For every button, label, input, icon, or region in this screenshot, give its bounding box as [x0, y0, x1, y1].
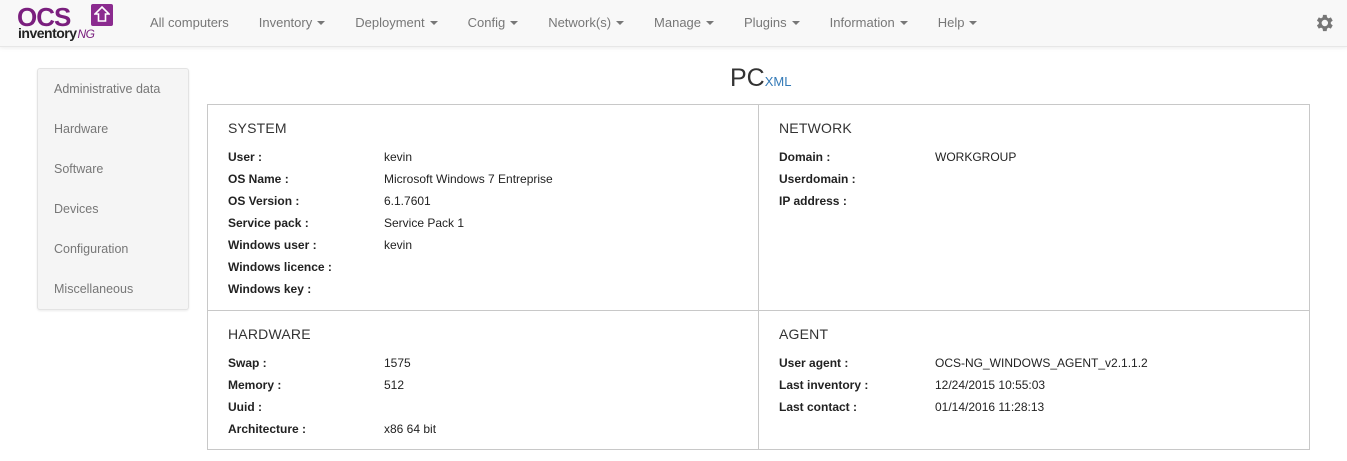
sidebar-item-miscellaneous[interactable]: Miscellaneous	[38, 269, 188, 309]
chevron-down-icon	[616, 20, 625, 25]
ocs-logo[interactable]: OCS inventoryNG	[17, 2, 117, 42]
detail-row: Userdomain :	[779, 172, 856, 186]
home-icon	[91, 4, 113, 26]
sidebar-item-configuration[interactable]: Configuration	[38, 229, 188, 269]
detail-row: Windows key :	[228, 282, 312, 296]
chevron-down-icon	[899, 20, 908, 25]
network-panel-title: NETWORK	[779, 120, 852, 136]
agent-panel: AGENT User agent : OCS-NG_WINDOWS_AGENT_v…	[759, 311, 1309, 449]
details-grid: SYSTEM User : kevin OS Name : Microsoft Wi…	[207, 104, 1310, 450]
detail-row: Last contact :01/14/2016 11:28:13	[779, 400, 1045, 414]
detail-row: Memory :512	[228, 378, 405, 392]
detail-row: Domain : WORKGROUP	[779, 150, 1017, 164]
agent-panel-title: AGENT	[779, 326, 829, 342]
nav-deployment[interactable]: Deployment	[340, 0, 452, 47]
detail-row: Windows licence :	[228, 260, 332, 274]
detail-row: Uuid :	[228, 400, 262, 414]
detail-sidebar: Administrative data Hardware Software De…	[37, 68, 189, 310]
detail-row: OS Name : Microsoft Windows 7 Entreprise	[228, 172, 553, 186]
detail-row: Swap :1575	[228, 356, 411, 370]
network-rows: Domain : WORKGROUP Userdomain : IP addres…	[779, 146, 1279, 212]
xml-link[interactable]: XML	[765, 74, 792, 89]
main-nav: All computers Inventory Deployment Confi…	[135, 0, 992, 47]
detail-row: Windows user : kevin	[228, 238, 413, 252]
chevron-down-icon	[510, 20, 519, 25]
nav-plugins[interactable]: Plugins	[729, 0, 815, 47]
gear-icon[interactable]	[1313, 12, 1335, 34]
nav-all-computers[interactable]: All computers	[135, 0, 244, 47]
detail-row: User agent : OCS-NG_WINDOWS_AGENT_v2.1.1.…	[779, 356, 1148, 370]
nav-information[interactable]: Information	[815, 0, 923, 47]
hardware-panel-title: HARDWARE	[228, 326, 311, 342]
hardware-rows: Swap :1575 Memory :512 Uuid : Architectu…	[228, 352, 728, 440]
nav-config[interactable]: Config	[453, 0, 534, 47]
system-panel: SYSTEM User : kevin OS Name : Microsoft Wi…	[208, 105, 759, 311]
top-navbar: OCS inventoryNG All computers Inventory …	[0, 0, 1347, 47]
chevron-down-icon	[706, 20, 715, 25]
chevron-down-icon	[317, 20, 326, 25]
logo-inventory-text: inventoryNG	[18, 25, 95, 41]
detail-row: Service pack : Service Pack 1	[228, 216, 465, 230]
system-panel-title: SYSTEM	[228, 120, 287, 136]
page-title: PCXML	[730, 64, 792, 92]
sidebar-item-hardware[interactable]: Hardware	[38, 109, 188, 149]
nav-help[interactable]: Help	[923, 0, 993, 47]
chevron-down-icon	[969, 20, 978, 25]
chevron-down-icon	[791, 20, 800, 25]
detail-row: Architecture : x86 64 bit	[228, 422, 437, 436]
sidebar-item-devices[interactable]: Devices	[38, 189, 188, 229]
nav-manage[interactable]: Manage	[639, 0, 729, 47]
sidebar-item-software[interactable]: Software	[38, 149, 188, 189]
agent-rows: User agent : OCS-NG_WINDOWS_AGENT_v2.1.1.…	[779, 352, 1279, 418]
detail-row: IP address :	[779, 194, 847, 208]
nav-networks[interactable]: Network(s)	[533, 0, 639, 47]
system-rows: User : kevin OS Name : Microsoft Windows 7…	[228, 146, 728, 300]
nav-inventory[interactable]: Inventory	[244, 0, 340, 47]
sidebar-item-administrative-data[interactable]: Administrative data	[38, 69, 188, 109]
detail-row: User : kevin	[228, 150, 413, 164]
chevron-down-icon	[429, 20, 438, 25]
network-panel: NETWORK Domain : WORKGROUP Userdomain : I…	[759, 105, 1309, 311]
detail-row: OS Version :6.1.7601	[228, 194, 431, 208]
hardware-panel: HARDWARE Swap :1575 Memory :512 Uuid : A…	[208, 311, 759, 449]
detail-row: Last inventory :12/24/2015 10:55:03	[779, 378, 1046, 392]
